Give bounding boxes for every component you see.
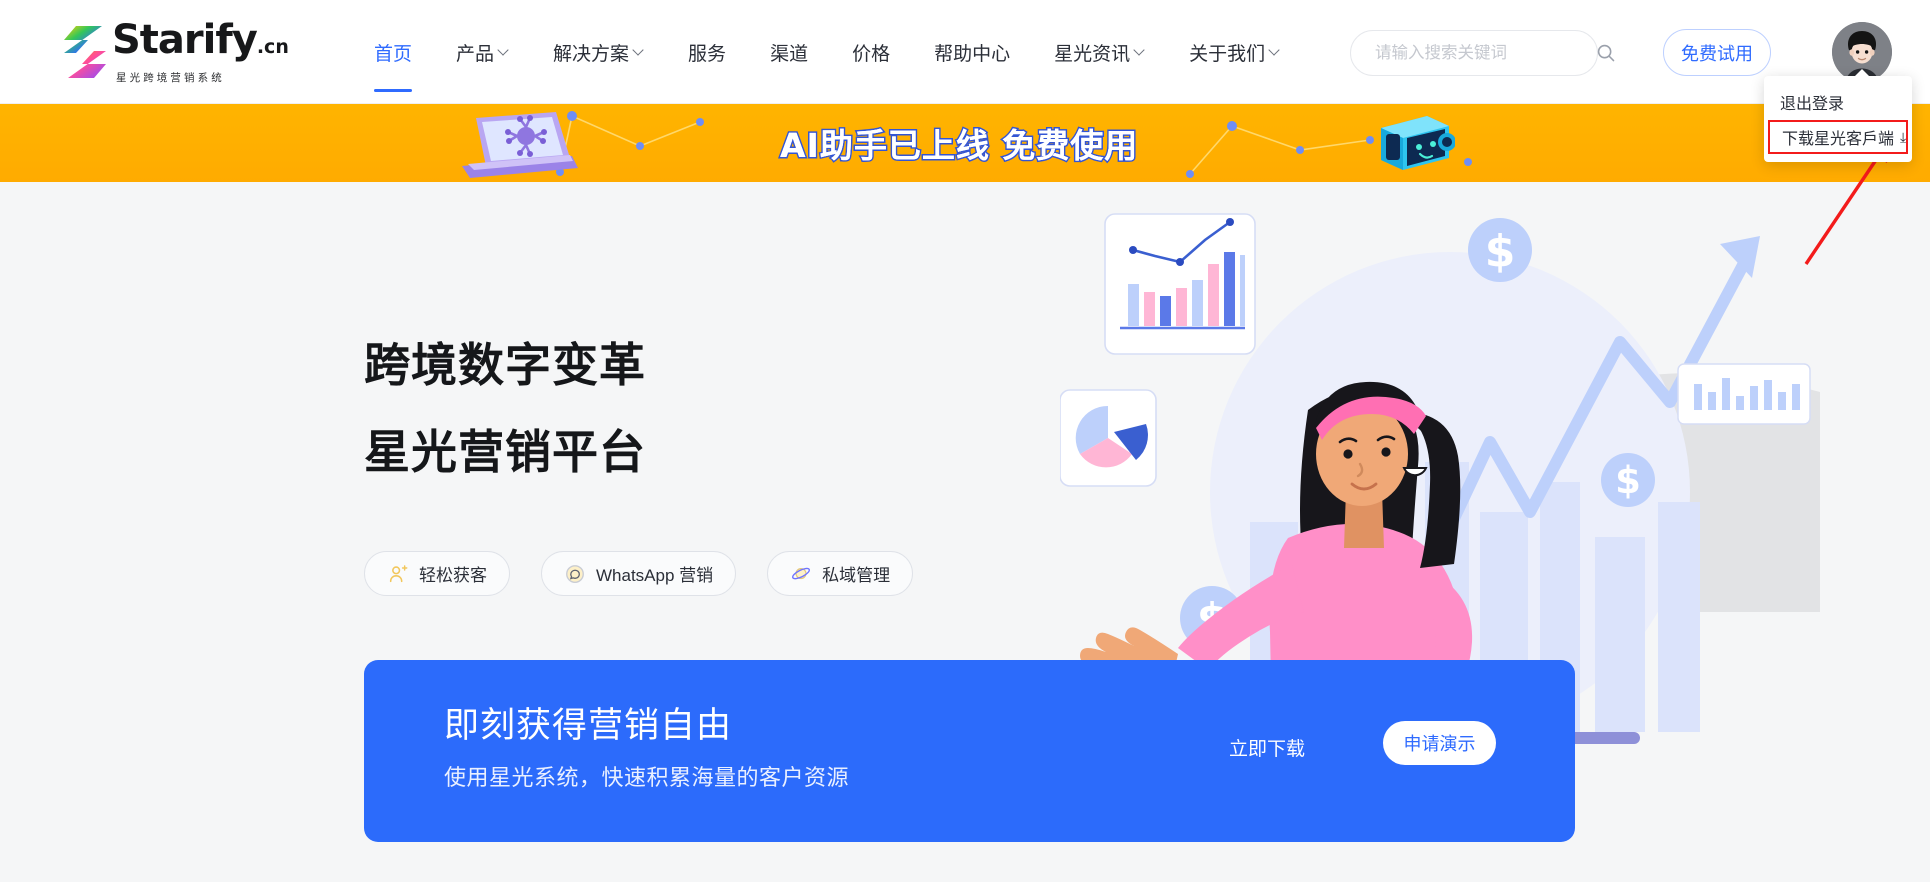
nav-label: 关于我们 bbox=[1189, 43, 1266, 65]
pill-acquire-customers[interactable]: 轻松获客 bbox=[364, 551, 510, 596]
pill-label: 私域管理 bbox=[822, 566, 891, 585]
free-trial-button[interactable]: 免费试用 bbox=[1663, 29, 1771, 76]
download-icon: ⤓ bbox=[1900, 129, 1907, 145]
free-trial-label: 免费试用 bbox=[1681, 43, 1753, 64]
ai-assistant-banner[interactable]: AI助手已上线 免费使用 AI助手已上线 免费使用 bbox=[0, 104, 1930, 182]
logout-label: 退出登录 bbox=[1780, 96, 1845, 113]
menu-item-logout[interactable]: 退出登录 bbox=[1764, 86, 1912, 118]
hero-title-line-2: 星光营销平台 bbox=[364, 426, 646, 478]
cta-subtitle: 使用星光系统，快速积累海量的客户资源 bbox=[444, 765, 850, 790]
chevron-down-icon bbox=[634, 45, 644, 55]
nav-label: 服务 bbox=[688, 43, 727, 65]
nav-label: 渠道 bbox=[770, 43, 809, 65]
whatsapp-circle-icon bbox=[566, 564, 584, 583]
nav-item-channel[interactable]: 渠道 bbox=[748, 0, 830, 104]
page-title: 跨境数字变革 星光营销平台 bbox=[364, 322, 646, 496]
hero-feature-pills: 轻松获客 WhatsApp 营销 私域管理 bbox=[364, 551, 914, 596]
nav-item-about-us[interactable]: 关于我们 bbox=[1167, 0, 1302, 104]
logo-wordmark: Starify.cn bbox=[112, 17, 289, 63]
svg-text:$: $ bbox=[1615, 459, 1641, 502]
cta-download-link[interactable]: 立即下载 bbox=[1229, 734, 1305, 761]
nav-item-home[interactable]: 首页 bbox=[352, 0, 434, 104]
user-add-icon bbox=[389, 564, 408, 582]
download-client-label: 下载星光客戶端 bbox=[1782, 131, 1895, 148]
search-icon[interactable] bbox=[1595, 42, 1617, 64]
hero-section: $ $ $ bbox=[0, 182, 1930, 882]
nav-item-solutions[interactable]: 解决方案 bbox=[531, 0, 666, 104]
pill-label: 轻松获客 bbox=[419, 566, 487, 585]
planet-icon bbox=[792, 567, 811, 579]
starify-s-logo-icon bbox=[64, 26, 106, 78]
main-nav: 首页 产品 解决方案 服务 渠道 价格 帮助中心 星光资讯 关于我们 bbox=[352, 0, 1302, 104]
logo-tagline: 星光跨境营销系统 bbox=[116, 72, 225, 84]
nav-label: 产品 bbox=[456, 43, 495, 65]
site-header: Starify.cn 星光跨境营销系统 首页 产品 解决方案 服务 渠道 价格 … bbox=[0, 0, 1930, 104]
menu-item-download-client[interactable]: 下载星光客戶端 ⤓ bbox=[1768, 120, 1908, 154]
chevron-down-icon bbox=[1270, 45, 1280, 55]
page-root: Starify.cn 星光跨境营销系统 首页 产品 解决方案 服务 渠道 价格 … bbox=[0, 0, 1930, 882]
user-dropdown-menu: 退出登录 下载星光客戶端 ⤓ bbox=[1764, 69, 1912, 162]
svg-text:$: $ bbox=[1485, 226, 1516, 277]
nav-label: 价格 bbox=[852, 43, 891, 65]
nav-item-help-center[interactable]: 帮助中心 bbox=[912, 0, 1032, 104]
pill-private-domain[interactable]: 私域管理 bbox=[767, 551, 914, 596]
chevron-down-icon bbox=[499, 45, 509, 55]
robot-head-icon bbox=[1381, 116, 1455, 170]
laptop-ai-icon bbox=[462, 112, 578, 178]
cta-card: 即刻获得营销自由 使用星光系统，快速积累海量的客户资源 立即下载 申请演示 bbox=[364, 660, 1575, 842]
nav-label: 解决方案 bbox=[553, 43, 630, 65]
nav-item-news[interactable]: 星光资讯 bbox=[1032, 0, 1167, 104]
cta-demo-label: 申请演示 bbox=[1403, 734, 1476, 754]
nav-label: 帮助中心 bbox=[934, 43, 1011, 65]
nav-item-products[interactable]: 产品 bbox=[434, 0, 531, 104]
nav-item-service[interactable]: 服务 bbox=[666, 0, 748, 104]
nav-label: 星光资讯 bbox=[1054, 43, 1131, 65]
nav-label: 首页 bbox=[374, 43, 413, 65]
banner-text: AI助手已上线 免费使用 bbox=[780, 126, 1139, 165]
search-box[interactable] bbox=[1350, 30, 1615, 76]
hero-title-line-1: 跨境数字变革 bbox=[364, 339, 646, 391]
search-input[interactable] bbox=[1375, 43, 1595, 63]
nav-item-pricing[interactable]: 价格 bbox=[830, 0, 912, 104]
pill-whatsapp-marketing[interactable]: WhatsApp 营销 bbox=[541, 551, 737, 596]
cta-title: 即刻获得营销自由 bbox=[444, 706, 733, 745]
cta-request-demo-button[interactable]: 申请演示 bbox=[1383, 721, 1496, 765]
site-logo[interactable]: Starify.cn 星光跨境营销系统 bbox=[62, 18, 289, 86]
chevron-down-icon bbox=[1135, 45, 1145, 55]
pill-label: WhatsApp 营销 bbox=[596, 566, 714, 585]
